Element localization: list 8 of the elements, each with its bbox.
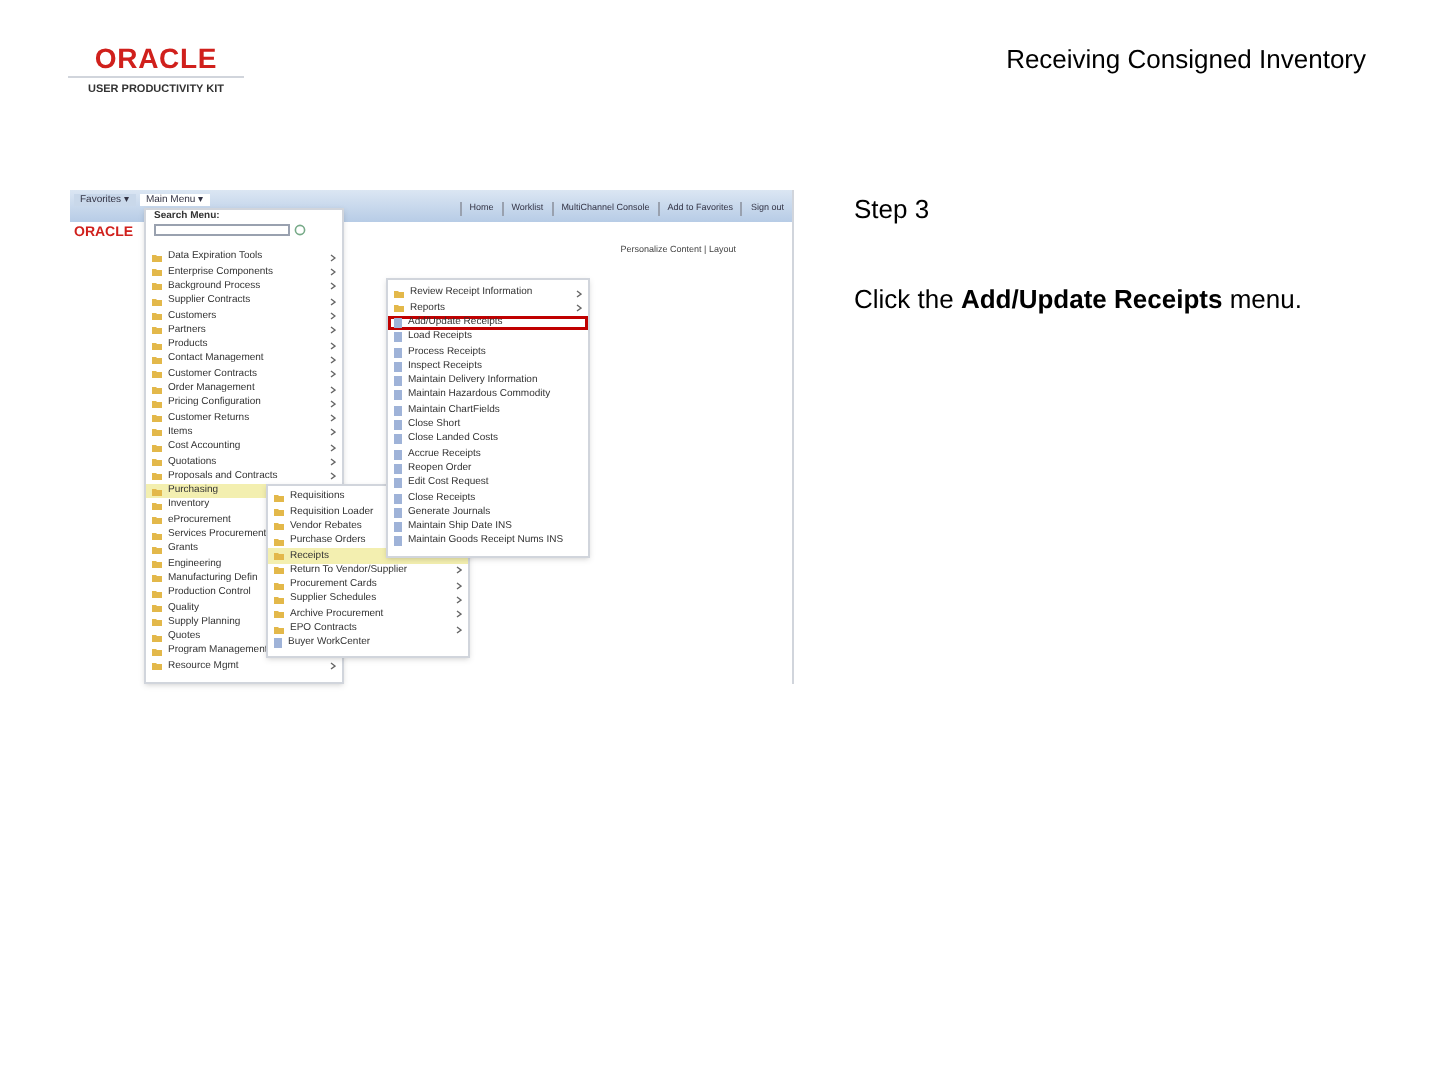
search-field[interactable] [154,224,290,237]
page-icon [274,638,282,649]
step-title: Step 3 [854,192,932,229]
document-title: Receiving Consigned Inventory [1006,42,1366,78]
search-icon[interactable] [294,224,306,237]
chevron-icon [330,662,336,671]
step-instruction: Click the Add/Update Receipts menu. [854,281,1302,318]
logo: ORACLE [94,44,218,72]
